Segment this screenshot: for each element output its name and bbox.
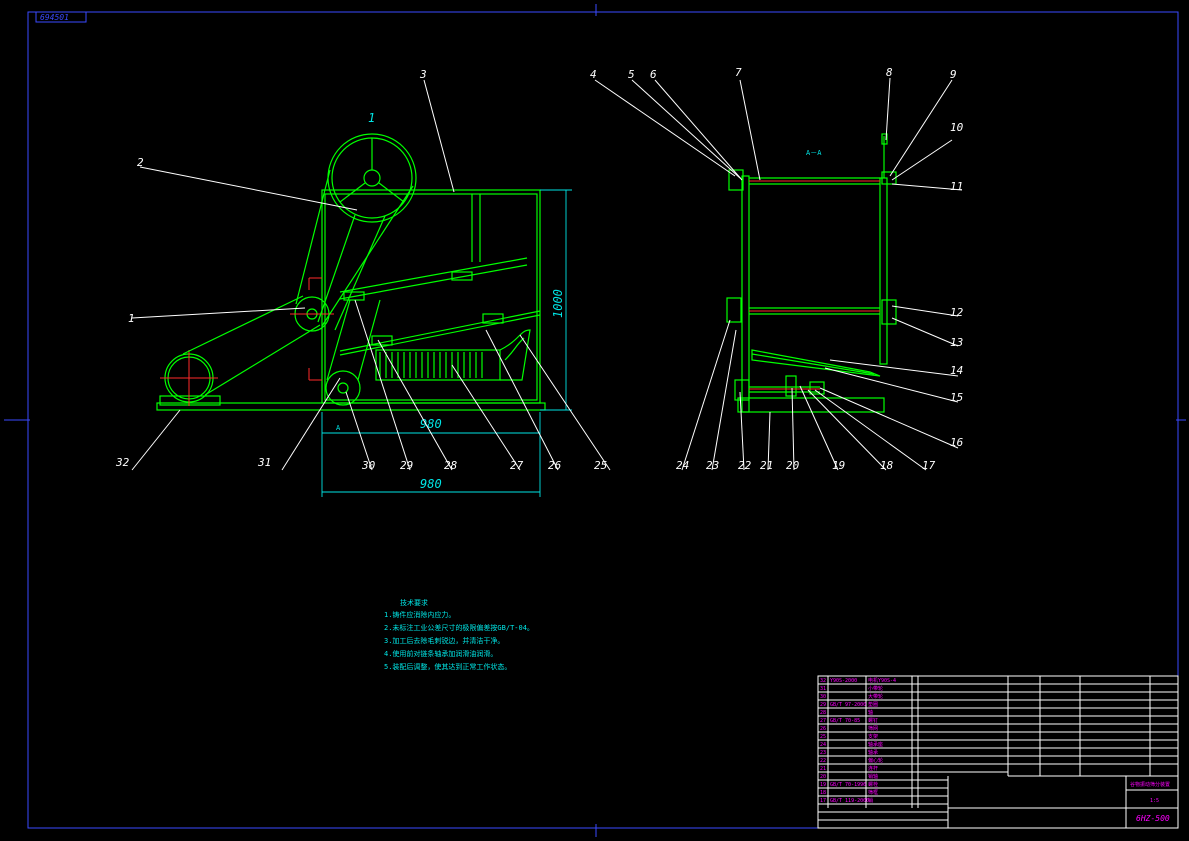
parts-cell: 30 [820,694,826,700]
parts-cell: 大带轮 [868,693,883,700]
parts-cell: 偏心轮 [868,757,883,764]
tech-note-2: 2.未标注工业公差尺寸的极限偏差按GB/T-04。 [384,623,534,632]
parts-cell: 筛框 [868,789,878,796]
product-name: 谷物振动筛分装置 [1130,781,1170,788]
tech-notes-title: 技术要求 [400,598,428,607]
parts-cell: 31 [820,686,826,692]
parts-cell: 27 [820,718,826,724]
callout-22: 22 [738,459,752,472]
sheet-border [27,11,1179,829]
callout-28: 28 [444,459,458,472]
section-view: A－A [726,133,897,413]
parts-cell: 螺栓 [868,781,878,788]
callout-11: 11 [950,180,963,193]
parts-cell: 垫圈 [868,701,878,708]
callout-15: 15 [950,391,963,404]
parts-cell: GB/T 70-85 [830,718,860,724]
callout-5: 5 [628,68,635,81]
parts-cell: 20 [820,774,826,780]
main-dimensions: 1000 980 980 1 A [321,111,572,497]
right-post [879,177,888,365]
callout-16: 16 [950,436,964,449]
callout-8: 8 [886,66,893,79]
parts-cell: 销轴 [868,773,878,780]
parts-cell: 28 [820,710,826,716]
parts-cell: 支架 [868,733,878,740]
callout-17: 17 [922,459,936,472]
callout-25: 25 [594,459,607,472]
parts-cell: Y90S-2000 [830,678,857,684]
parts-cell: 32 [820,678,826,684]
callout-9: 9 [950,68,957,81]
cad-drawing-sheet: 694501 1000 980 980 1 A A－A 1 2 3 4 5 6 … [4,4,1186,837]
drawing-scale: 1:5 [1150,798,1159,804]
callout-31: 31 [257,456,271,469]
callout-32: 32 [115,456,130,469]
dim-width-outer: 980 [420,477,442,491]
callout-14: 14 [950,364,963,377]
callout-1: 1 [128,312,135,325]
tech-note-3: 3.加工后去除毛刺锐边，并清洁干净。 [384,636,504,645]
dim-height: 1000 [551,289,565,318]
parts-cell: GB/T 97-2000 [830,702,866,708]
callout-leaders [131,77,963,471]
view-label-main: 1 [368,111,375,125]
belt-lower [182,295,304,355]
parts-cell: GB/T 119-2000 [830,798,869,804]
parts-cell: 轴 [868,709,873,716]
parts-cell: 24 [820,742,826,748]
callout-3: 3 [419,68,427,81]
parts-cell: 小带轮 [868,685,883,692]
parts-cell: 筛网 [868,725,878,732]
callout-30: 30 [361,459,376,472]
parts-cell: 连杆 [868,765,878,772]
tech-note-4: 4.使用前对链条轴承加润滑油润滑。 [384,649,497,658]
parts-cell: 29 [820,702,826,708]
left-post [741,175,750,413]
parts-cell: GB/T 70-1996 [830,782,866,788]
parts-cell: 25 [820,734,826,740]
callout-10: 10 [950,121,964,134]
parts-cell: 17 [820,798,826,804]
callout-21: 21 [760,459,773,472]
callout-13: 13 [950,336,963,349]
callout-6: 6 [650,68,657,81]
parts-cell: 26 [820,726,826,732]
parts-cell: 螺钉 [868,717,878,724]
tech-note-5: 5.装配后调整，使其达到正常工作状态。 [384,662,511,671]
callout-2: 2 [137,156,144,169]
callout-18: 18 [880,459,894,472]
section-label: A－A [806,149,822,157]
parts-cell: 23 [820,750,826,756]
callout-23: 23 [706,459,719,472]
tech-note-1: 1.铸件应消除内应力。 [384,610,455,619]
upper-screen [339,257,528,293]
parts-cell: 销 [868,797,873,804]
parts-cell: 轴承座 [868,741,883,748]
callout-24: 24 [676,459,689,472]
parts-cell: 18 [820,790,826,796]
parts-cell: 轴承 [868,749,878,756]
callout-numbers: 1 2 3 4 5 6 7 8 9 10 11 12 13 14 15 16 1… [115,66,964,472]
parts-cell: 电机Y90S-4 [868,677,896,684]
callout-4: 4 [590,68,597,81]
technical-requirements: 技术要求 1.铸件应消除内应力。 2.未标注工业公差尺寸的极限偏差按GB/T-0… [384,598,534,671]
drawing-code: 6HZ-500 [1136,814,1170,823]
callout-27: 27 [510,459,524,472]
callout-7: 7 [735,66,742,79]
parts-cell: 22 [820,758,826,764]
drawing-stamp: 694501 [40,13,69,22]
callout-20: 20 [786,459,800,472]
section-marker: A [336,424,341,432]
callout-19: 19 [832,459,845,472]
main-view [156,133,546,411]
parts-cell: 19 [820,782,826,788]
callout-12: 12 [950,306,964,319]
callout-29: 29 [400,459,413,472]
title-block: 32 Y90S-2000 电机Y90S-4 31 小带轮 30 大带轮 29 GB/T 97-2… [817,675,1179,829]
parts-cell: 21 [820,766,826,772]
callout-26: 26 [548,459,562,472]
